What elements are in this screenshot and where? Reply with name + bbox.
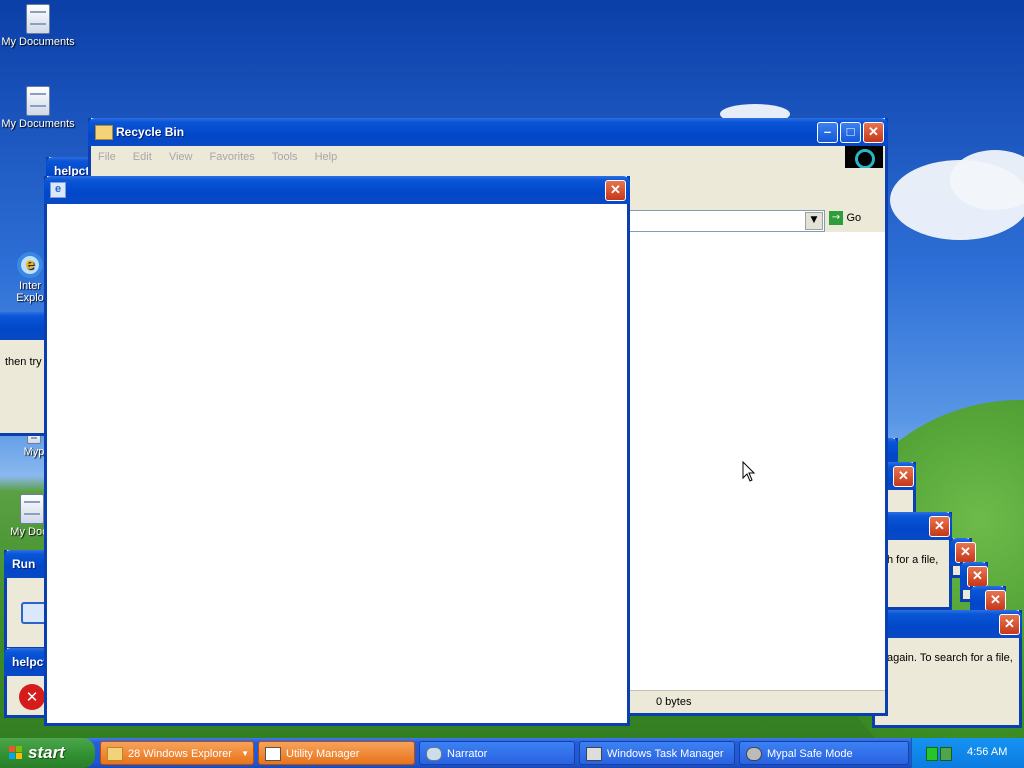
internet-explorer-window[interactable]: e ✕: [44, 176, 630, 726]
network-icon[interactable]: [926, 747, 938, 761]
throbber-icon: [855, 149, 875, 169]
mypal-icon: [746, 747, 762, 762]
document-icon: [26, 86, 50, 116]
taskbar-item-label: Utility Manager: [286, 748, 360, 760]
go-button[interactable]: → Go: [829, 211, 871, 229]
internet-explorer-icon: e: [17, 252, 43, 278]
start-label: start: [28, 743, 65, 762]
close-button[interactable]: ✕: [999, 614, 1020, 635]
taskbar-item-label: Narrator: [447, 748, 488, 760]
chevron-down-icon[interactable]: ▼: [805, 212, 823, 230]
window-titlebar[interactable]: e ✕: [44, 176, 630, 204]
taskbar-item-windows-explorer[interactable]: 28 Windows Explorer ▼: [100, 741, 254, 765]
menu-item-view[interactable]: View: [162, 146, 200, 168]
menu-item-help[interactable]: Help: [308, 146, 345, 168]
taskbar-item-utility-manager[interactable]: Utility Manager: [258, 741, 415, 765]
narrator-icon: [426, 747, 442, 762]
desktop-icon-label: My Documents: [1, 36, 75, 48]
minimize-button[interactable]: –: [817, 122, 838, 143]
status-size: 0 bytes: [656, 696, 692, 708]
window-title: Run: [12, 557, 36, 571]
dialog-text: h for a file,: [887, 554, 939, 566]
folder-icon: [95, 125, 113, 140]
taskbar-item-narrator[interactable]: Narrator: [419, 741, 575, 765]
window-titlebar[interactable]: Recycle Bin – □ ✕: [88, 118, 888, 146]
start-button[interactable]: start: [0, 738, 95, 768]
close-button[interactable]: ✕: [929, 516, 950, 537]
document-icon: [26, 4, 50, 34]
menu-item-edit[interactable]: Edit: [126, 146, 159, 168]
menu-item-tools[interactable]: Tools: [265, 146, 305, 168]
menu-item-file[interactable]: File: [91, 146, 123, 168]
utility-icon: [265, 747, 281, 762]
taskbar-item-task-manager[interactable]: Windows Task Manager: [579, 741, 735, 765]
system-tray: 4:56 AM: [911, 738, 1024, 768]
desktop: My Documents My Documents e Inter Explo …: [0, 0, 1024, 768]
error-icon: ✕: [19, 684, 45, 710]
clock[interactable]: 4:56 AM: [967, 746, 1007, 758]
folder-icon: [107, 747, 123, 762]
desktop-icon-label: My Documents: [1, 118, 75, 130]
desktop-icon-my-documents[interactable]: My Documents: [0, 4, 76, 48]
window-titlebar[interactable]: ✕: [872, 610, 1022, 638]
window-title: helpct: [12, 655, 48, 669]
internet-explorer-icon: e: [50, 182, 66, 198]
background-window-search-2[interactable]: ✕ again. To search for a file,: [872, 610, 1022, 728]
background-window-dialog[interactable]: then try a: [0, 312, 51, 436]
security-icon[interactable]: [940, 747, 952, 761]
menu-bar: File Edit View Favorites Tools Help: [91, 146, 885, 168]
close-button[interactable]: ✕: [863, 122, 884, 143]
taskbar-item-mypal[interactable]: Mypal Safe Mode: [739, 741, 909, 765]
go-arrow-icon: →: [829, 211, 843, 225]
close-button[interactable]: ✕: [955, 542, 976, 563]
windows-flag-icon: [9, 746, 23, 760]
taskbar-item-label: Windows Task Manager: [607, 748, 724, 760]
document-icon: [20, 494, 44, 524]
menu-item-favorites[interactable]: Favorites: [203, 146, 262, 168]
window-titlebar[interactable]: [0, 312, 50, 340]
taskbar-item-label: 28 Windows Explorer: [128, 748, 232, 760]
go-label: Go: [846, 212, 862, 224]
close-button[interactable]: ✕: [893, 466, 914, 487]
desktop-icon-my-documents[interactable]: My Documents: [0, 86, 76, 130]
close-button[interactable]: ✕: [967, 566, 988, 587]
close-button[interactable]: ✕: [985, 590, 1006, 611]
chevron-down-icon: ▼: [241, 749, 249, 758]
taskbar-item-label: Mypal Safe Mode: [767, 748, 853, 760]
mouse-cursor-icon: [742, 461, 756, 482]
windows-logo-throbber: [845, 146, 883, 169]
taskmgr-icon: [586, 747, 602, 762]
window-title: Recycle Bin: [116, 125, 185, 139]
close-button[interactable]: ✕: [605, 180, 626, 201]
dialog-text: again. To search for a file,: [887, 652, 1013, 664]
taskbar: start 28 Windows Explorer ▼ Utility Mana…: [0, 738, 1024, 768]
maximize-button[interactable]: □: [840, 122, 861, 143]
